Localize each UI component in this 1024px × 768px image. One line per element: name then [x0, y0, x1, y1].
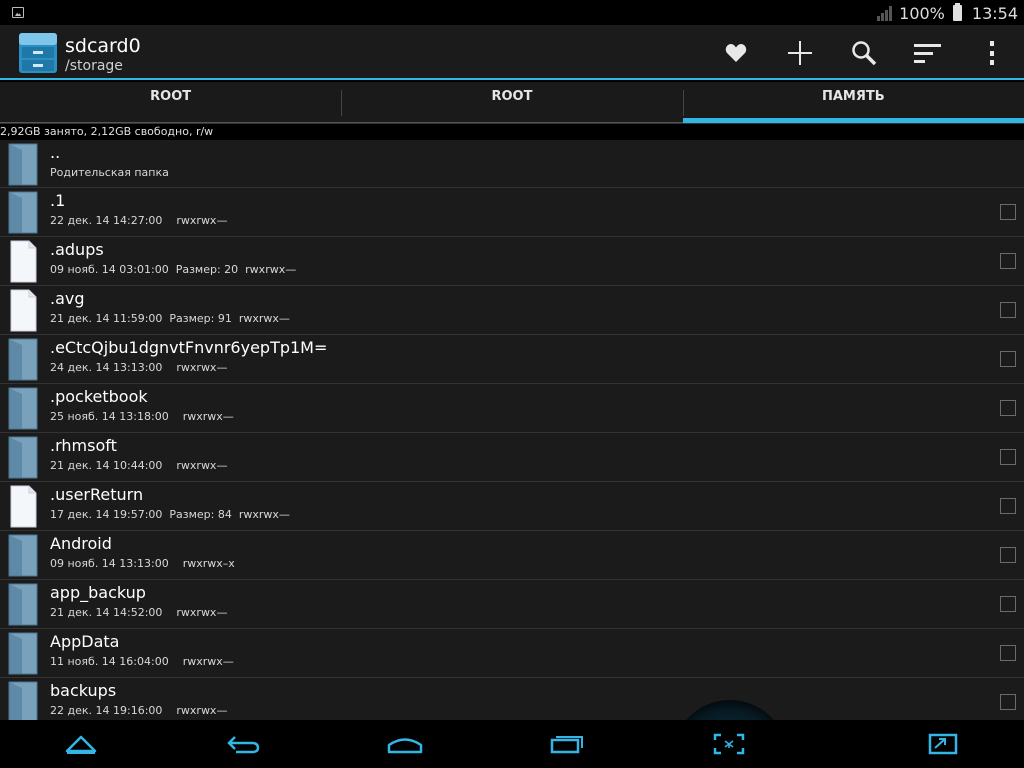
file-manager-app-icon[interactable]: [17, 31, 59, 75]
select-checkbox[interactable]: [1000, 400, 1016, 416]
folder-icon: [8, 681, 38, 720]
select-checkbox[interactable]: [1000, 645, 1016, 661]
tab-indicator: [341, 122, 683, 123]
file-name: .rhmsoft: [50, 436, 117, 455]
file-row[interactable]: app_backup 21 дек. 14 14:52:00 rwxrwx—: [0, 580, 1024, 629]
file-icon: [10, 289, 37, 332]
tab-label: ROOT: [150, 89, 192, 104]
tab-indicator-active: [682, 118, 1024, 123]
file-meta: 25 нояб. 14 13:18:00 rwxrwx—: [50, 410, 234, 423]
folder-icon: [8, 338, 38, 381]
status-bar: 100% 13:54: [0, 0, 1024, 25]
file-list: .. Родительская папка .1 22 дек. 14 14:27:0…: [0, 140, 1024, 720]
file-row[interactable]: backups 22 дек. 14 19:16:00 rwxrwx—: [0, 678, 1024, 720]
file-name: app_backup: [50, 583, 146, 602]
hide-keyboard-icon[interactable]: [41, 720, 121, 768]
folder-icon: [8, 143, 38, 186]
current-path: /storage: [65, 58, 123, 74]
file-meta: Родительская папка: [50, 166, 169, 179]
tab-label: ROOT: [491, 89, 533, 104]
file-name: .eCtcQjbu1dgnvtFnvnr6yepTp1M=: [50, 338, 328, 357]
file-name: .userReturn: [50, 485, 144, 504]
search-icon[interactable]: [844, 33, 884, 73]
favorites-icon[interactable]: [716, 33, 756, 73]
file-row[interactable]: .adups 09 нояб. 14 03:01:00 Размер: 20 rw…: [0, 237, 1024, 286]
tab-memory[interactable]: ПАМЯТЬ: [682, 82, 1024, 123]
screenshot-icon[interactable]: [689, 720, 769, 768]
file-name: .pocketbook: [50, 387, 148, 406]
file-name: backups: [50, 681, 117, 700]
select-checkbox[interactable]: [1000, 694, 1016, 710]
status-right: 100% 13:54: [877, 3, 1018, 23]
select-checkbox[interactable]: [1000, 204, 1016, 220]
select-checkbox[interactable]: [1000, 351, 1016, 367]
file-meta: 22 дек. 14 14:27:00 rwxrwx—: [50, 214, 228, 227]
select-checkbox[interactable]: [1000, 302, 1016, 318]
add-icon[interactable]: [780, 33, 820, 73]
file-row[interactable]: .1 22 дек. 14 14:27:00 rwxrwx—: [0, 188, 1024, 237]
back-icon[interactable]: [203, 720, 283, 768]
parent-folder-row[interactable]: .. Родительская папка: [0, 140, 1024, 188]
file-meta: 21 дек. 14 10:44:00 rwxrwx—: [50, 459, 228, 472]
folder-icon: [8, 583, 38, 626]
signal-icon: [877, 5, 893, 21]
folder-icon: [8, 632, 38, 675]
sort-icon[interactable]: [908, 33, 948, 73]
file-row[interactable]: .eCtcQjbu1dgnvtFnvnr6yepTp1M= 24 дек. 14 …: [0, 335, 1024, 384]
file-row[interactable]: .rhmsoft 21 дек. 14 10:44:00 rwxrwx—: [0, 433, 1024, 482]
file-meta: 22 дек. 14 19:16:00 rwxrwx—: [50, 704, 228, 717]
home-icon[interactable]: [365, 720, 445, 768]
tab-label: ПАМЯТЬ: [821, 89, 885, 104]
file-name: .adups: [50, 240, 104, 259]
tab-bar: ROOT ROOT ПАМЯТЬ: [0, 82, 1024, 124]
recent-apps-icon[interactable]: [527, 720, 607, 768]
select-checkbox[interactable]: [1000, 547, 1016, 563]
file-meta: 24 дек. 14 13:13:00 rwxrwx—: [50, 361, 228, 374]
file-meta: 09 нояб. 14 13:13:00 rwxrwx–x: [50, 557, 235, 570]
file-name: AppData: [50, 632, 120, 651]
folder-icon: [8, 436, 38, 479]
select-checkbox[interactable]: [1000, 596, 1016, 612]
file-icon: [10, 240, 37, 283]
file-meta: 17 дек. 14 19:57:00 Размер: 84 rwxrwx—: [50, 508, 290, 521]
file-name: Android: [50, 534, 112, 553]
gallery-notification-icon: [12, 7, 24, 18]
select-checkbox[interactable]: [1000, 498, 1016, 514]
file-row[interactable]: .userReturn 17 дек. 14 19:57:00 Размер: 8…: [0, 482, 1024, 531]
folder-icon: [8, 387, 38, 430]
file-icon: [10, 485, 37, 528]
file-name: ..: [50, 143, 61, 162]
folder-icon: [8, 534, 38, 577]
file-row[interactable]: AppData 11 нояб. 14 16:04:00 rwxrwx—: [0, 629, 1024, 678]
battery-icon: [952, 3, 962, 21]
file-name: .avg: [50, 289, 85, 308]
select-checkbox[interactable]: [1000, 253, 1016, 269]
file-name: .1: [50, 191, 66, 210]
file-meta: 09 нояб. 14 03:01:00 Размер: 20 rwxrwx—: [50, 263, 297, 276]
navigation-bar: [0, 720, 1024, 768]
file-meta: 21 дек. 14 11:59:00 Размер: 91 rwxrwx—: [50, 312, 290, 325]
select-checkbox[interactable]: [1000, 449, 1016, 465]
storage-usage: 2,92GB занято, 2,12GB свободно, r/w: [0, 125, 214, 138]
battery-percent: 100%: [899, 3, 945, 23]
page-title: sdcard0: [65, 35, 141, 57]
tab-indicator: [0, 122, 342, 123]
file-row[interactable]: .pocketbook 25 нояб. 14 13:18:00 rwxrwx—: [0, 384, 1024, 433]
overflow-menu-icon[interactable]: [972, 33, 1012, 73]
action-bar: sdcard0 /storage: [0, 25, 1024, 80]
clock: 13:54: [971, 3, 1018, 23]
folder-icon: [8, 191, 38, 234]
tab-root-1[interactable]: ROOT: [0, 82, 342, 123]
resize-icon[interactable]: [903, 720, 983, 768]
file-meta: 11 нояб. 14 16:04:00 rwxrwx—: [50, 655, 234, 668]
file-row[interactable]: .avg 21 дек. 14 11:59:00 Размер: 91 rwxrw…: [0, 286, 1024, 335]
file-meta: 21 дек. 14 14:52:00 rwxrwx—: [50, 606, 228, 619]
tab-root-2[interactable]: ROOT: [341, 82, 683, 123]
file-row[interactable]: Android 09 нояб. 14 13:13:00 rwxrwx–x: [0, 531, 1024, 580]
